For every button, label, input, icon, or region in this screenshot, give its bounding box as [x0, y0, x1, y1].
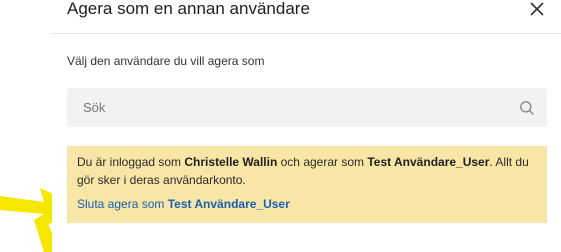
dialog-header: Agera som en annan användare: [52, 0, 561, 34]
acting-as-info-banner: Du är inloggad som Christelle Wallin och…: [67, 146, 547, 223]
stop-acting-link[interactable]: Sluta agera som Test Användare_User: [77, 195, 537, 213]
banner-text-part2: och agerar som: [277, 155, 368, 169]
logged-in-user-name: Christelle Wallin: [184, 155, 278, 169]
banner-text-part1: Du är inloggad som: [77, 155, 185, 169]
instruction-text: Välj den användare du vill agera som: [67, 54, 265, 68]
page: Agera som en annan användare Välj den an…: [0, 0, 561, 252]
banner-message: Du är inloggad som Christelle Wallin och…: [77, 153, 537, 189]
dialog-title: Agera som en annan användare: [67, 0, 310, 18]
acting-user-name: Test Användare_User: [367, 155, 490, 169]
close-icon: [530, 2, 544, 16]
search-icon[interactable]: [519, 100, 535, 116]
close-button[interactable]: [528, 0, 546, 18]
act-as-user-dialog: Agera som en annan användare Välj den an…: [52, 0, 561, 252]
search-input[interactable]: [67, 88, 507, 127]
search-box: [67, 88, 547, 127]
stop-link-user: Test Användare_User: [167, 197, 290, 211]
stop-link-prefix: Sluta agera som: [77, 197, 168, 211]
